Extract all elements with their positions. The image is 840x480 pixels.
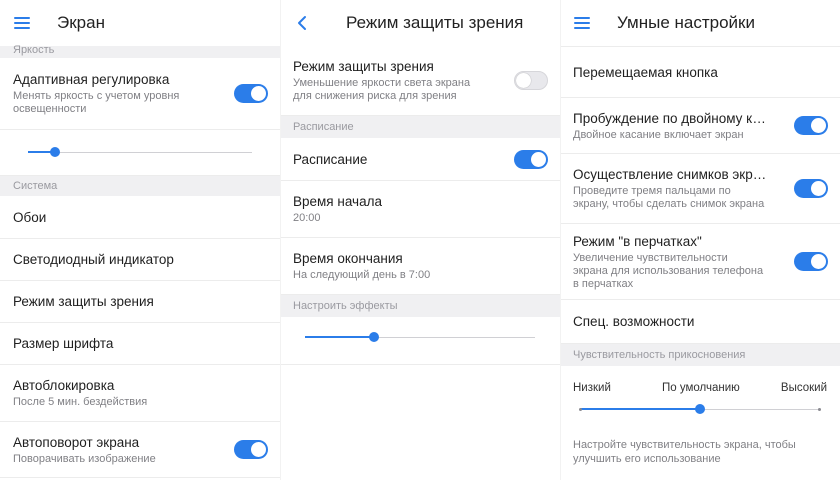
appbar: Умные настройки [560,0,840,46]
screen-display: Экран Яркость Адаптивная регулировка Мен… [0,0,280,480]
settings-item-label: Обои [13,209,47,225]
sensitivity-default-label: По умолчанию [662,382,740,394]
screens-container: Экран Яркость Адаптивная регулировка Мен… [0,0,840,480]
start-time-label: Время начала [293,194,382,209]
settings-item-eye-protection[interactable]: Режим защиты зрения [0,281,280,323]
section-system: Система [0,176,280,196]
sensitivity-helper-text: Настройте чувствительность экрана, чтобы… [573,439,796,465]
effects-slider-thumb[interactable] [369,332,379,342]
settings-item-label: Автоповорот экрана [13,434,140,450]
settings-item-label: Режим защиты зрения [13,294,154,309]
end-time-value: На следующий день в 7:00 [293,269,431,281]
schedule-row[interactable]: Расписание [280,138,560,181]
sensitivity-slider[interactable]: Низкий По умолчанию Высокий [560,366,840,428]
settings-item-label: Светодиодный индикатор [13,252,174,267]
brightness-slider-thumb[interactable] [49,147,60,157]
accessibility-row[interactable]: Спец. возможности [560,300,840,344]
adaptive-brightness-label: Адаптивная регулировка [13,72,170,87]
screenshot-gesture-sub: Проведите тремя пальцами по экрану, чтоб… [573,185,765,210]
effects-slider[interactable] [280,317,560,365]
schedule-toggle[interactable] [514,149,548,169]
double-tap-sub: Двойное касание включает экран [573,128,744,141]
adaptive-brightness-row[interactable]: Адаптивная регулировка Менять яркость с … [0,58,280,130]
section-brightness: Яркость [0,45,280,58]
eye-protection-sub: Уменьшение яркости света экрана для сниж… [293,77,471,102]
screen-divider [280,0,281,480]
sensitivity-stop [579,408,582,411]
screen-divider [560,0,561,480]
settings-item-label: Размер шрифта [13,336,114,351]
settings-item-sub: После 5 мин. бездействия [13,396,148,408]
sensitivity-slider-thumb[interactable] [695,404,705,414]
glove-mode-row[interactable]: Режим "в перчатках" Увеличение чувствите… [560,224,840,300]
section-schedule: Расписание [280,116,560,138]
sensitivity-low-label: Низкий [573,382,611,394]
page-title: Умные настройки [617,13,755,32]
settings-item-label: Автоблокировка [13,378,115,393]
screenshot-gesture-toggle[interactable] [794,179,828,198]
eye-protection-toggle[interactable] [514,71,548,90]
glove-mode-toggle[interactable] [794,252,828,271]
section-touch-sensitivity: Чувствительность прикосновения [560,344,840,366]
start-time-value: 20:00 [293,212,321,224]
autorotate-toggle[interactable] [234,440,268,459]
appbar: Экран [0,0,280,46]
settings-item-font-size[interactable]: Размер шрифта [0,323,280,365]
floating-button-row[interactable]: Перемещаемая кнопка [560,46,840,98]
settings-item-sub: Поворачивать изображение [13,452,156,465]
settings-item-led[interactable]: Светодиодный индикатор [0,239,280,281]
glove-mode-sub: Увеличение чувствительности экрана для и… [573,251,764,290]
brightness-slider[interactable] [0,130,280,176]
appbar: Режим защиты зрения [280,0,560,46]
page-title: Экран [57,13,105,32]
screenshot-gesture-label: Осуществление снимков экрана ж.. [573,167,796,182]
accessibility-label: Спец. возможности [573,314,695,329]
adaptive-brightness-toggle[interactable] [234,84,268,103]
adaptive-brightness-sub: Менять яркость с учетом уровня освещенно… [13,90,180,115]
section-effects: Настроить эффекты [280,295,560,317]
menu-icon[interactable] [574,17,590,29]
double-tap-row[interactable]: Пробуждение по двойному касани.. Двойное… [560,98,840,154]
back-arrow-icon[interactable] [292,13,312,33]
screenshot-gesture-row[interactable]: Осуществление снимков экрана ж.. Проведи… [560,154,840,224]
eye-protection-label: Режим защиты зрения [293,59,434,74]
settings-item-autolock[interactable]: Автоблокировка После 5 мин. бездействия [0,365,280,422]
sensitivity-stop [818,408,821,411]
menu-icon[interactable] [14,17,30,29]
floating-button-label: Перемещаемая кнопка [573,64,718,80]
end-time-row[interactable]: Время окончания На следующий день в 7:00 [280,238,560,295]
settings-item-wallpaper[interactable]: Обои [0,196,280,239]
start-time-row[interactable]: Время начала 20:00 [280,181,560,238]
settings-item-autorotate[interactable]: Автоповорот экрана Поворачивать изображе… [0,422,280,478]
glove-mode-label: Режим "в перчатках" [573,233,702,249]
sensitivity-high-label: Высокий [780,382,827,394]
end-time-label: Время окончания [293,251,403,266]
page-title: Режим защиты зрения [346,13,524,32]
double-tap-label: Пробуждение по двойному касани.. [573,110,797,126]
screen-smart-settings: Умные настройки Перемещаемая кнопка Проб… [560,0,840,480]
eye-protection-row[interactable]: Режим защиты зрения Уменьшение яркости с… [280,46,560,116]
double-tap-toggle[interactable] [794,116,828,135]
screen-eye-protection: Режим защиты зрения Режим защиты зрения … [280,0,560,480]
schedule-label: Расписание [293,151,368,167]
